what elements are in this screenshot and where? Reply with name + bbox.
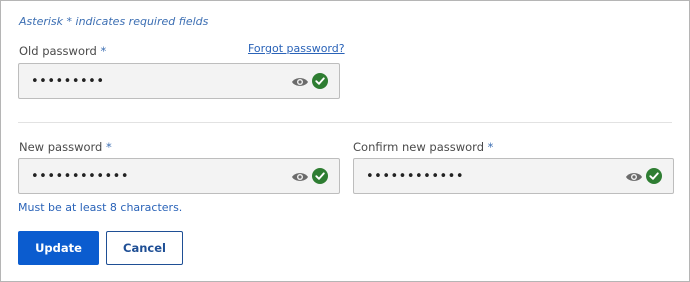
section-divider bbox=[18, 122, 672, 123]
eye-icon[interactable] bbox=[625, 171, 643, 183]
cancel-button[interactable]: Cancel bbox=[106, 231, 183, 265]
confirm-password-field bbox=[353, 158, 674, 194]
check-circle-icon bbox=[312, 73, 328, 89]
old-password-label: Old password * bbox=[19, 44, 106, 58]
check-circle-icon bbox=[312, 168, 328, 184]
new-password-label-text: New password bbox=[19, 140, 103, 154]
new-password-input[interactable] bbox=[31, 167, 271, 185]
old-password-label-text: Old password bbox=[19, 44, 97, 58]
old-password-field bbox=[18, 63, 340, 99]
change-password-panel: Asterisk * indicates required fields Old… bbox=[0, 0, 690, 282]
forgot-password-link[interactable]: Forgot password? bbox=[248, 42, 345, 55]
old-password-input[interactable] bbox=[31, 72, 271, 90]
password-length-hint: Must be at least 8 characters. bbox=[18, 201, 183, 214]
new-password-label: New password * bbox=[19, 140, 112, 154]
eye-icon[interactable] bbox=[291, 171, 309, 183]
confirm-password-input[interactable] bbox=[366, 167, 606, 185]
required-fields-note: Asterisk * indicates required fields bbox=[19, 15, 209, 28]
eye-icon[interactable] bbox=[291, 76, 309, 88]
check-circle-icon bbox=[646, 168, 662, 184]
confirm-password-label-text: Confirm new password bbox=[353, 140, 485, 154]
required-marker: * bbox=[487, 140, 494, 154]
update-button[interactable]: Update bbox=[18, 231, 99, 265]
required-marker: * bbox=[106, 140, 112, 154]
new-password-field bbox=[18, 158, 340, 194]
required-marker: * bbox=[100, 44, 107, 58]
confirm-password-label: Confirm new password * bbox=[353, 140, 493, 154]
